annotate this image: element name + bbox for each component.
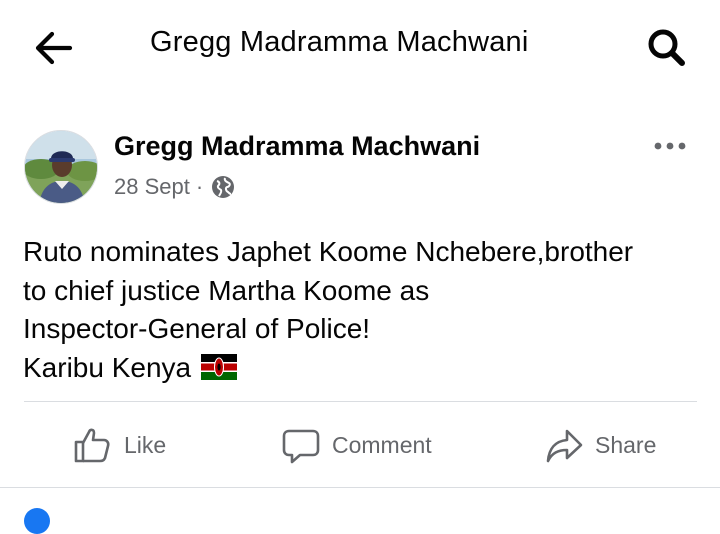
back-arrow-icon [35,31,73,65]
share-label: Share [595,431,657,458]
comment-icon [282,429,320,464]
post-text: Ruto nominates Japhet Koome Nchebere,bro… [23,233,703,387]
search-icon [648,29,685,66]
search-button[interactable] [640,22,692,74]
like-icon [74,428,110,463]
meta-separator: · [195,174,204,199]
top-bar: Gregg Madramma Machwani [0,0,720,92]
page-title: Gregg Madramma Machwani [150,26,529,58]
comment-label: Comment [332,431,432,458]
post-body: Ruto nominates Japhet Koome Nchebere,bro… [23,236,634,383]
author-avatar[interactable] [24,130,98,204]
post-meta: 28 Sept · [114,174,235,200]
kenya-flag-icon [200,353,237,380]
reaction-icon [24,508,50,534]
share-icon [546,429,583,463]
share-button[interactable]: Share [545,420,656,470]
like-button[interactable]: Like [72,420,166,470]
post-divider-bottom [0,487,720,488]
like-label: Like [124,431,167,458]
post-author-name[interactable]: Gregg Madramma Machwani [114,131,480,162]
globe-icon [212,176,235,198]
post-divider-top [24,401,697,402]
more-options-button[interactable] [650,136,690,156]
post-date[interactable]: 28 Sept [114,174,190,200]
back-button[interactable] [28,22,80,74]
more-dots-icon [654,142,686,150]
avatar-photo [25,131,97,203]
comment-button[interactable]: Comment [282,420,432,470]
